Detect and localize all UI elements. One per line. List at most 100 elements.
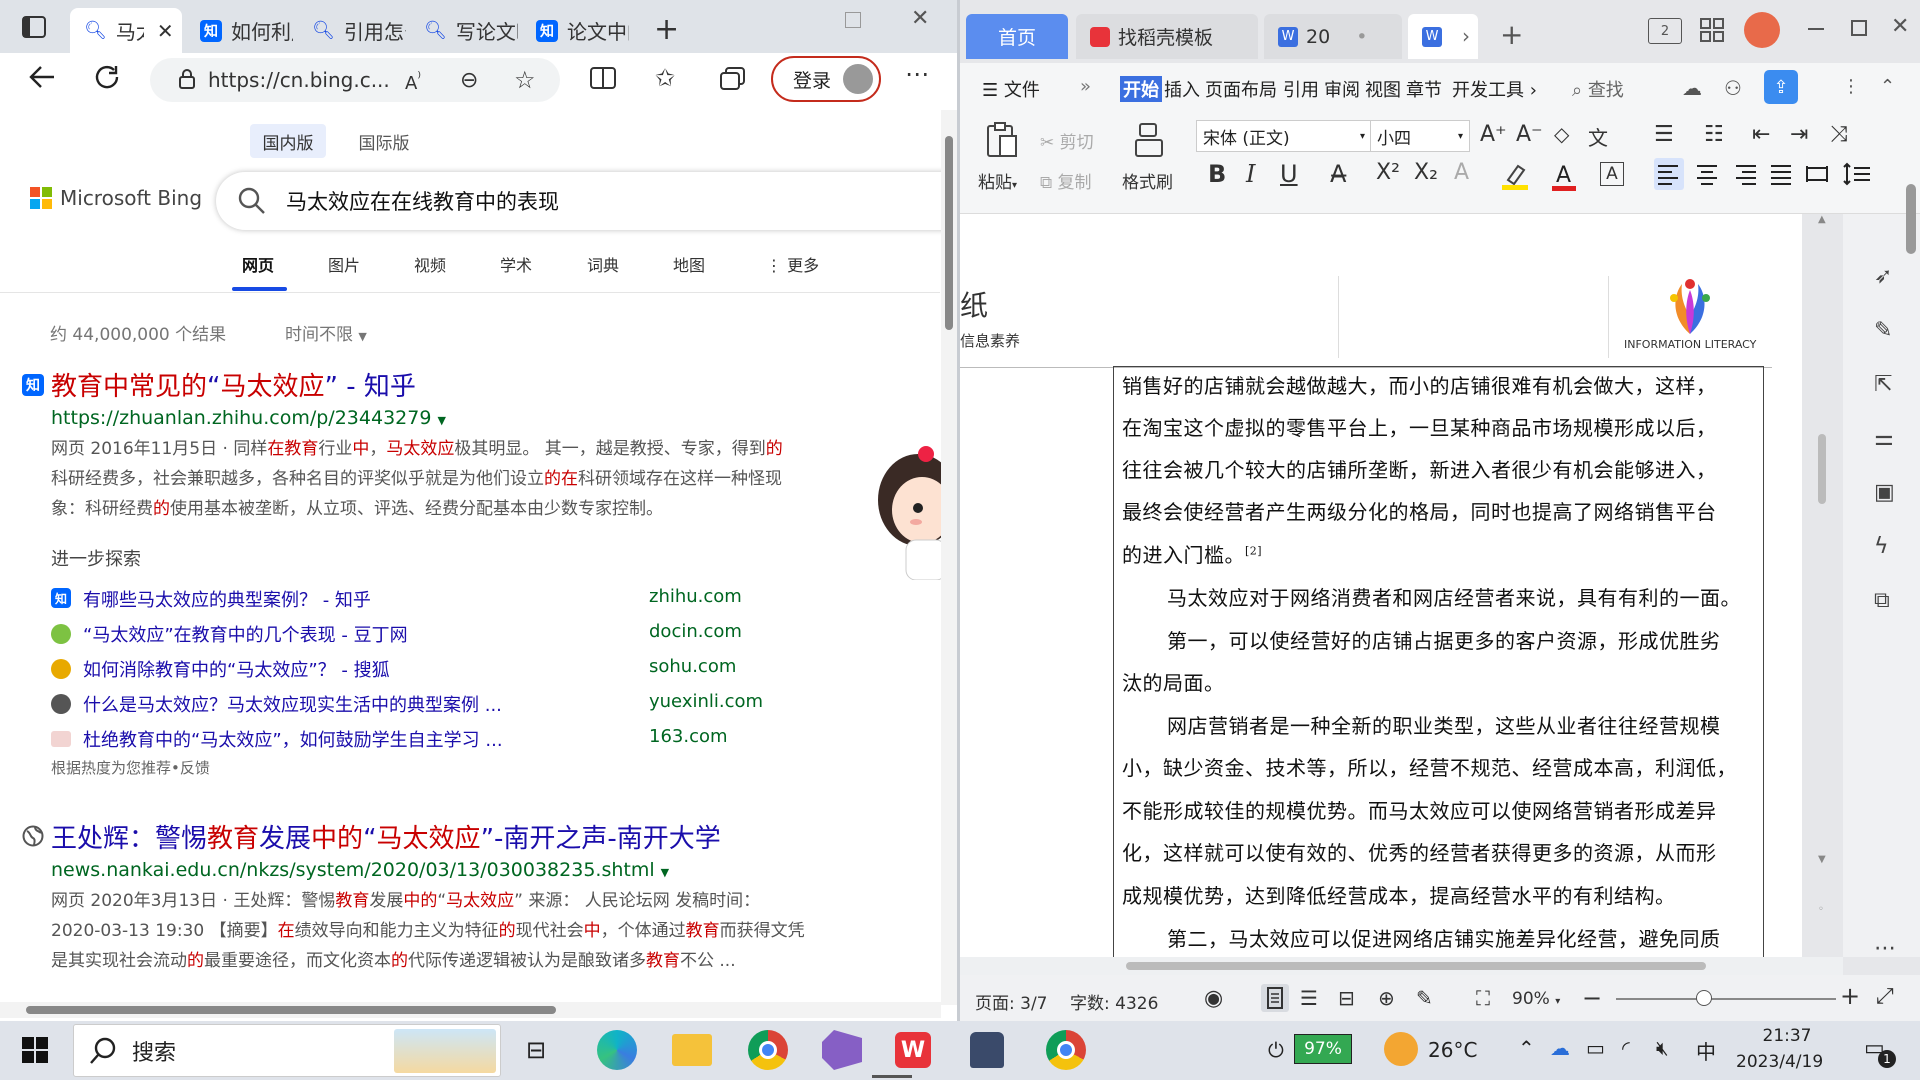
related-item[interactable]: 如何消除教育中的“马太效应”？ - 搜狐 sohu.com [51, 656, 951, 686]
book-icon[interactable]: ⧉ [1874, 588, 1890, 613]
window-close-button[interactable]: ✕ [911, 6, 929, 31]
sidebar-more-icon[interactable]: ⋯ [1874, 936, 1896, 961]
bing-logo[interactable]: Microsoft Bing [30, 186, 202, 210]
select-cursor-icon[interactable]: ⇱ [1874, 372, 1892, 397]
pen-icon[interactable]: ✎ [1874, 318, 1892, 343]
nav-tab-maps[interactable]: 地图 [673, 252, 705, 276]
related-item[interactable]: 什么是马太效应？马太效应现实生活中的典型案例 ... yuexinli.com [51, 691, 951, 721]
windows-start-icon[interactable] [22, 1037, 48, 1063]
chrome-app-icon[interactable] [748, 1030, 788, 1070]
nav-tab-dictionary[interactable]: 词典 [587, 252, 619, 276]
taskbar-search-box[interactable]: 搜索 [73, 1024, 501, 1077]
reading-view-icon[interactable]: ⊟ [1338, 986, 1355, 1010]
related-item[interactable]: “马太效应”在教育中的几个表现 - 豆丁网 docin.com [51, 621, 951, 651]
scroll-up-icon[interactable]: ▲ [1818, 214, 1826, 225]
related-link[interactable]: 如何消除教育中的“马太效应”？ - 搜狐 [83, 656, 390, 682]
citation-marker[interactable]: [2] [1245, 544, 1262, 557]
more-menu-icon[interactable]: ⋯ [905, 60, 929, 88]
nav-tab-academic[interactable]: 学术 [500, 252, 532, 276]
clock-time[interactable]: 21:37 [1752, 1026, 1822, 1046]
zoom-icon[interactable]: ⊖ [460, 68, 478, 93]
web-view-icon[interactable]: ⊕ [1378, 986, 1395, 1010]
page-view-icon[interactable] [1261, 984, 1289, 1012]
maximize-button[interactable] [1851, 20, 1867, 36]
edge-tab-4[interactable]: 🔍︎ 写论文时 [410, 8, 520, 53]
collections-icon[interactable] [720, 66, 746, 90]
scroll-thumb[interactable] [1818, 434, 1826, 504]
maximize-button[interactable] [845, 12, 861, 28]
outline-view-icon[interactable]: ☰ [1300, 986, 1318, 1010]
wps-app-icon[interactable]: W [895, 1032, 931, 1068]
read-aloud-icon[interactable]: A⁾ [405, 68, 421, 94]
zoom-level[interactable]: 90% ▾ [1512, 989, 1560, 1009]
related-item[interactable]: 杜绝教育中的“马太效应”，如何鼓励学生自主学习 ... 163.com [51, 726, 951, 756]
adjust-icon[interactable]: ⚌ [1874, 426, 1894, 451]
related-link[interactable]: 杜绝教育中的“马太效应”，如何鼓励学生自主学习 ... [83, 726, 503, 752]
document-body[interactable]: 销售好的店铺就会越做越大，而小的店铺很难有机会做大，这样， 在淘宝这个虚拟的零售平… [960, 0, 1802, 957]
edge-tab-2[interactable]: 知 如何利用 [186, 8, 296, 53]
nav-tab-images[interactable]: 图片 [328, 252, 360, 276]
market-tab-domestic[interactable]: 国内版 [250, 124, 326, 158]
zoom-slider-thumb[interactable] [1696, 990, 1712, 1006]
back-icon[interactable] [28, 64, 56, 90]
related-footnote[interactable]: 根据热度为您推荐•反馈 [51, 757, 210, 778]
sidebar-scroll-handle[interactable] [1906, 184, 1916, 254]
refresh-icon[interactable] [94, 64, 122, 92]
fit-page-icon[interactable]: ⛶ [1476, 986, 1490, 1010]
close-icon[interactable]: ✕ [157, 19, 174, 43]
distribute-icon[interactable] [1802, 158, 1832, 190]
address-bar[interactable]: https://cn.bing.c... [150, 58, 560, 102]
word-count[interactable]: 字数: 4326 [1070, 989, 1158, 1014]
doc-vertical-scrollbar[interactable]: ▲ ▼ ◦ [1816, 214, 1828, 957]
result-1-title[interactable]: 教育中常见的“马太效应” - 知乎 [51, 366, 416, 403]
rocket-icon[interactable]: ➶ [1874, 264, 1892, 289]
battery-tray-icon[interactable]: ▭ [1586, 1036, 1605, 1060]
battery-indicator[interactable]: 97% [1294, 1034, 1352, 1064]
result-1-url[interactable]: https://zhuanlan.zhihu.com/p/23443279 ▼ [51, 407, 446, 429]
zoom-out-icon[interactable]: − [1582, 984, 1602, 1012]
result-2-title[interactable]: 王处辉：警惕教育发展中的“马太效应”-南开之声-南开大学 [51, 818, 721, 855]
clock-date[interactable]: 2023/4/19 [1736, 1052, 1823, 1072]
file-explorer-icon[interactable] [672, 1034, 712, 1066]
related-link[interactable]: 有哪些马太效应的典型案例？ - 知乎 [83, 586, 371, 612]
onedrive-icon[interactable]: ☁ [1550, 1036, 1570, 1060]
nav-tab-more[interactable]: ⋮ 更多 [766, 252, 819, 276]
show-hidden-icons-icon[interactable]: ⌃ [1518, 1036, 1535, 1060]
zoom-slider[interactable] [1616, 998, 1836, 1000]
eye-protection-icon[interactable]: ◉ [1204, 986, 1223, 1011]
close-icon[interactable]: ✕ [1891, 14, 1909, 39]
page-nav-icon[interactable]: ◦ [1818, 904, 1824, 915]
doc-horizontal-scrollbar[interactable] [960, 957, 1843, 975]
scroll-thumb[interactable] [1126, 962, 1706, 970]
chrome-app-icon-2[interactable] [1046, 1030, 1086, 1070]
login-button[interactable]: 登录 [771, 56, 881, 102]
line-spacing-icon[interactable] [1842, 158, 1872, 190]
related-item[interactable]: 知 有哪些马太效应的典型案例？ - 知乎 zhihu.com [51, 586, 951, 616]
ime-indicator[interactable]: 中 [1696, 1036, 1716, 1065]
result-2-url[interactable]: news.nankai.edu.cn/nkzs/system/2020/03/1… [51, 859, 669, 881]
fullscreen-icon[interactable]: ⤢ [1876, 984, 1894, 1009]
market-tab-international[interactable]: 国际版 [346, 124, 422, 158]
more-vertical-icon[interactable]: ⋮ [1842, 76, 1860, 97]
collapse-ribbon-icon[interactable]: ⌃ [1880, 76, 1895, 97]
scroll-thumb[interactable] [26, 1006, 556, 1014]
tab-actions-icon[interactable] [22, 16, 46, 38]
edge-tab-3[interactable]: 🔍︎ 引用怎么 [298, 8, 408, 53]
weather-moon-icon[interactable] [1384, 1032, 1418, 1066]
new-tab-button[interactable]: + [654, 12, 679, 47]
related-link[interactable]: 什么是马太效应？马太效应现实生活中的典型案例 ... [83, 691, 502, 717]
zoom-in-icon[interactable]: + [1840, 982, 1860, 1010]
scroll-thumb[interactable] [945, 136, 953, 330]
edge-tab-active[interactable]: 🔍︎ 马太效应 ✕ [70, 8, 182, 53]
bing-search-box[interactable]: 马太效应在在线教育中的表现 [216, 172, 976, 230]
favorites-icon[interactable]: ✩ [655, 64, 675, 92]
split-screen-icon[interactable] [590, 66, 616, 90]
wifi-icon[interactable]: ◜ [1622, 1036, 1630, 1060]
edge-vertical-scrollbar[interactable] [941, 110, 957, 1005]
task-view-icon[interactable]: ⊟ [526, 1036, 546, 1064]
minimize-button[interactable] [1808, 28, 1824, 30]
edge-horizontal-scrollbar[interactable] [0, 1002, 941, 1018]
add-favorite-icon[interactable]: ☆ [514, 66, 536, 94]
nav-tab-videos[interactable]: 视频 [414, 252, 446, 276]
edge-tab-5[interactable]: 知 论文中的 [522, 8, 632, 53]
